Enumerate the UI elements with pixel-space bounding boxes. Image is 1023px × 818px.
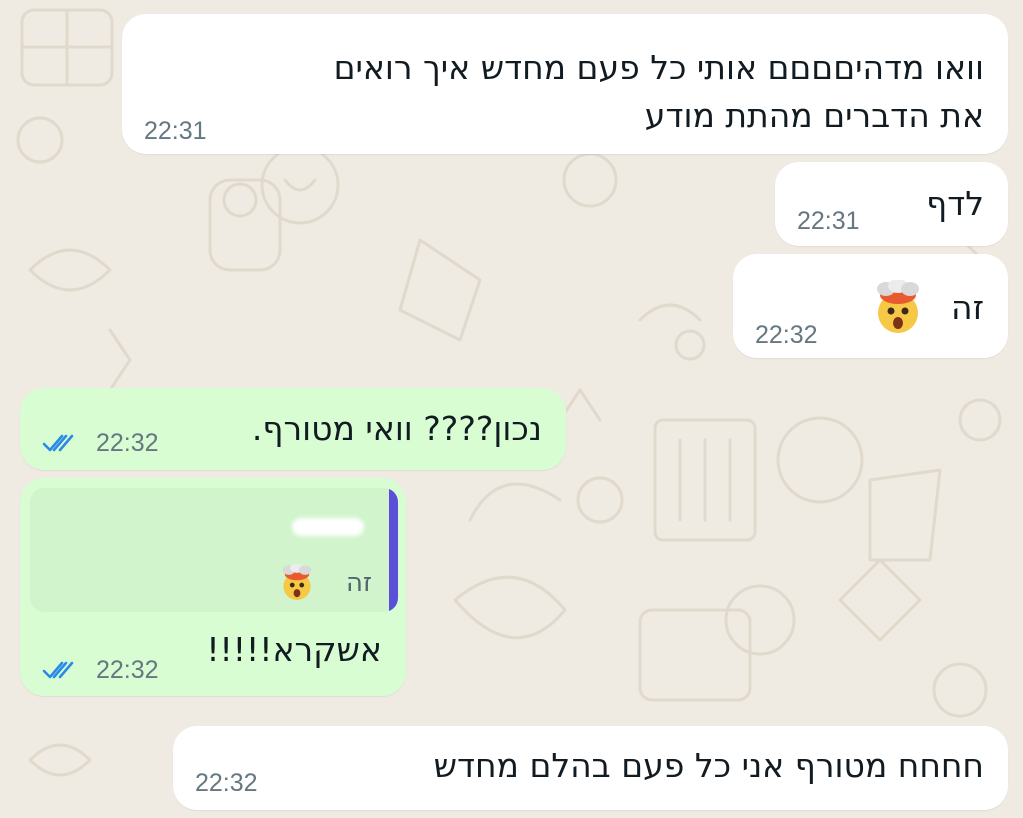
exploding-head-emoji bbox=[877, 280, 919, 333]
message-timestamp: 22:32 bbox=[755, 321, 818, 349]
message-text: נכון???? וואי מטורף. bbox=[251, 409, 542, 448]
message-timestamp: 22:31 bbox=[797, 207, 860, 235]
quote-accent-bar bbox=[389, 488, 398, 612]
exploding-head-emoji bbox=[282, 564, 312, 600]
message-timestamp: 22:32 bbox=[195, 769, 258, 797]
incoming-message-bubble[interactable]: וואו מדהיםםםם אותי כל פעם מחדש איך רואים… bbox=[122, 14, 1008, 154]
message-timestamp: 22:32 bbox=[96, 429, 159, 457]
message-text: זה bbox=[951, 288, 984, 327]
quoted-sender-name-redacted bbox=[292, 518, 364, 536]
quoted-message[interactable]: זה bbox=[30, 488, 398, 612]
message-timestamp: 22:31 bbox=[144, 117, 207, 145]
message-text: אשקרא!!!!! bbox=[206, 630, 382, 669]
read-receipt-icon bbox=[42, 661, 74, 679]
outgoing-reply-bubble[interactable]: זה אשקרא!!!!! 22:32 bbox=[20, 478, 406, 696]
message-text-line: את הדברים מהתת מודע bbox=[644, 96, 984, 135]
incoming-message-bubble[interactable]: לדף 22:31 bbox=[775, 162, 1008, 246]
incoming-message-bubble[interactable]: חחחח מטורף אני כל פעם בהלם מחדש 22:32 bbox=[173, 726, 1008, 810]
message-text: לדף bbox=[926, 184, 984, 223]
message-timestamp: 22:32 bbox=[96, 656, 159, 684]
message-text: חחחח מטורף אני כל פעם בהלם מחדש bbox=[433, 746, 984, 785]
outgoing-message-bubble[interactable]: נכון???? וואי מטורף. 22:32 bbox=[20, 388, 566, 470]
quoted-message-text: זה bbox=[346, 568, 372, 598]
message-text-line: וואו מדהיםםםם אותי כל פעם מחדש איך רואים bbox=[333, 48, 984, 87]
incoming-message-bubble[interactable]: זה 22:32 bbox=[733, 254, 1008, 358]
read-receipt-icon bbox=[42, 434, 74, 452]
